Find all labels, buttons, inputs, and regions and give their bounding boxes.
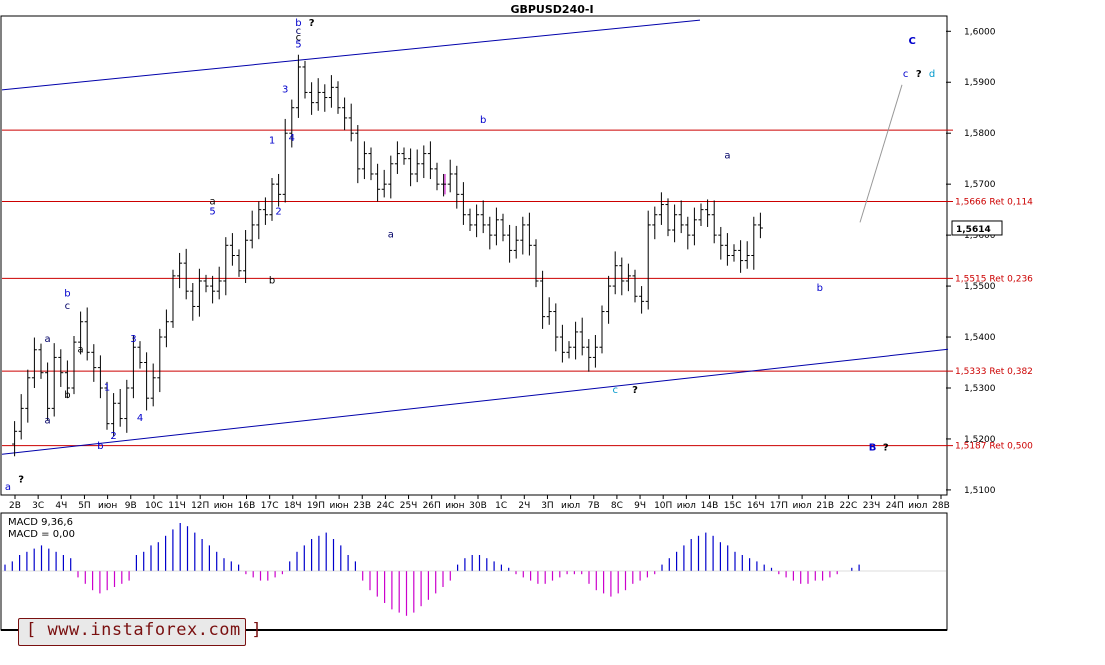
wave-label: a (210, 197, 216, 208)
date-tick-label: 12П (191, 501, 209, 511)
wave-label: a (5, 482, 11, 493)
date-tick-label: 14В (701, 501, 719, 511)
date-tick-label: 19П (307, 501, 325, 511)
chart-svg: GBPUSD240-I 1,5666 Ret 0,1141,5515 Ret 0… (0, 0, 1105, 661)
date-tick-label: июл (677, 501, 696, 511)
wave-label: d (929, 69, 935, 80)
fib-label: 1,5666 Ret 0,114 (955, 197, 1033, 207)
wave-label: 4 (137, 413, 143, 424)
date-tick-label: июн (214, 501, 233, 511)
date-tick-label: 9В (125, 501, 137, 511)
date-tick-label: 5П (78, 501, 91, 511)
wave-label: b (269, 276, 275, 287)
date-tick-label: 3С (32, 501, 44, 511)
price-tick-label: 1,5500 (964, 282, 996, 292)
price-tick-label: 1,6000 (964, 27, 996, 37)
wave-label: a (78, 344, 84, 355)
date-tick-label: июл (793, 501, 812, 511)
watermark-text: [ www.instaforex.com ] (26, 620, 263, 640)
price-tick-label: 1,5700 (964, 180, 996, 190)
price-tick-label: 1,5300 (964, 384, 996, 394)
price-tick-label: 1,5800 (964, 129, 996, 139)
date-tick-label: июн (445, 501, 464, 511)
date-tick-label: июл (908, 501, 927, 511)
wave-label: ? (309, 18, 315, 29)
wave-label: ? (883, 443, 889, 454)
date-tick-label: 17С (261, 501, 279, 511)
date-tick-label: 24П (886, 501, 904, 511)
wave-label: b (64, 288, 70, 299)
wave-label: a (45, 416, 51, 427)
wave-label: 5 (209, 207, 215, 218)
wave-label: 2 (275, 207, 281, 218)
date-tick-label: июн (98, 501, 117, 511)
date-tick-label: 15С (724, 501, 742, 511)
date-tick-label: июл (561, 501, 580, 511)
macd-title: MACD 9,36,6 (8, 517, 73, 528)
date-tick-label: 30В (469, 501, 487, 511)
wave-label: 5 (295, 40, 301, 51)
wave-label: b (480, 115, 486, 126)
date-tick-label: 23Ч (863, 501, 881, 511)
wave-label: C (909, 36, 916, 47)
macd-value: MACD = 0,00 (8, 529, 75, 540)
wave-label: c (612, 385, 618, 396)
price-tick-label: 1,5200 (964, 435, 996, 445)
wave-label: b (817, 283, 823, 294)
date-tick-label: 21В (816, 501, 834, 511)
date-tick-label: 22С (840, 501, 858, 511)
date-tick-label: 2В (9, 501, 21, 511)
chart-title: GBPUSD240-I (510, 3, 593, 16)
date-tick-label: 25Ч (400, 501, 418, 511)
date-tick-label: 16В (238, 501, 256, 511)
date-tick-label: 23В (353, 501, 371, 511)
date-tick-label: 24С (377, 501, 395, 511)
date-tick-label: 16Ч (747, 501, 765, 511)
date-tick-label: 10С (145, 501, 163, 511)
wave-label: ? (18, 474, 24, 485)
date-tick-label: 28В (932, 501, 950, 511)
wave-label: a (45, 334, 51, 345)
date-tick-label: 10П (654, 501, 672, 511)
date-tick-label: 3П (541, 501, 554, 511)
price-tick-label: 1,5400 (964, 333, 996, 343)
wave-label: ? (916, 69, 922, 80)
wave-label: a (388, 230, 394, 241)
wave-label: 2 (110, 431, 116, 442)
wave-label: a (724, 151, 730, 162)
price-tick-label: 1,5900 (964, 78, 996, 88)
wave-label: B (869, 443, 877, 454)
date-tick-label: 7В (588, 501, 600, 511)
price-tick-label: 1,5100 (964, 486, 996, 496)
date-tick-label: 1С (495, 501, 507, 511)
wave-label: 1 (104, 383, 110, 394)
date-tick-label: 2Ч (518, 501, 530, 511)
wave-label: 1 (269, 135, 275, 146)
wave-label: b (64, 390, 70, 401)
wave-label: c (65, 301, 71, 312)
wave-label: b (97, 441, 103, 452)
current-price-label: 1,5614 (956, 225, 991, 235)
wave-label: 3 (282, 84, 288, 95)
date-tick-label: 11Ч (168, 501, 186, 511)
date-tick-label: 17П (770, 501, 788, 511)
wave-label: c (903, 69, 909, 80)
date-tick-label: 26П (423, 501, 441, 511)
fib-label: 1,5333 Ret 0,382 (955, 367, 1033, 377)
date-tick-label: 4Ч (55, 501, 67, 511)
date-tick-label: июн (329, 501, 348, 511)
wave-label: 3 (130, 334, 136, 345)
date-tick-label: 9Ч (634, 501, 646, 511)
date-tick-label: 8С (611, 501, 623, 511)
wave-label: 4 (289, 133, 295, 144)
chart-container: GBPUSD240-I 1,5666 Ret 0,114 1,5515 Ret 0… (0, 0, 1105, 661)
wave-label: ? (632, 385, 638, 396)
date-tick-label: 18Ч (284, 501, 302, 511)
